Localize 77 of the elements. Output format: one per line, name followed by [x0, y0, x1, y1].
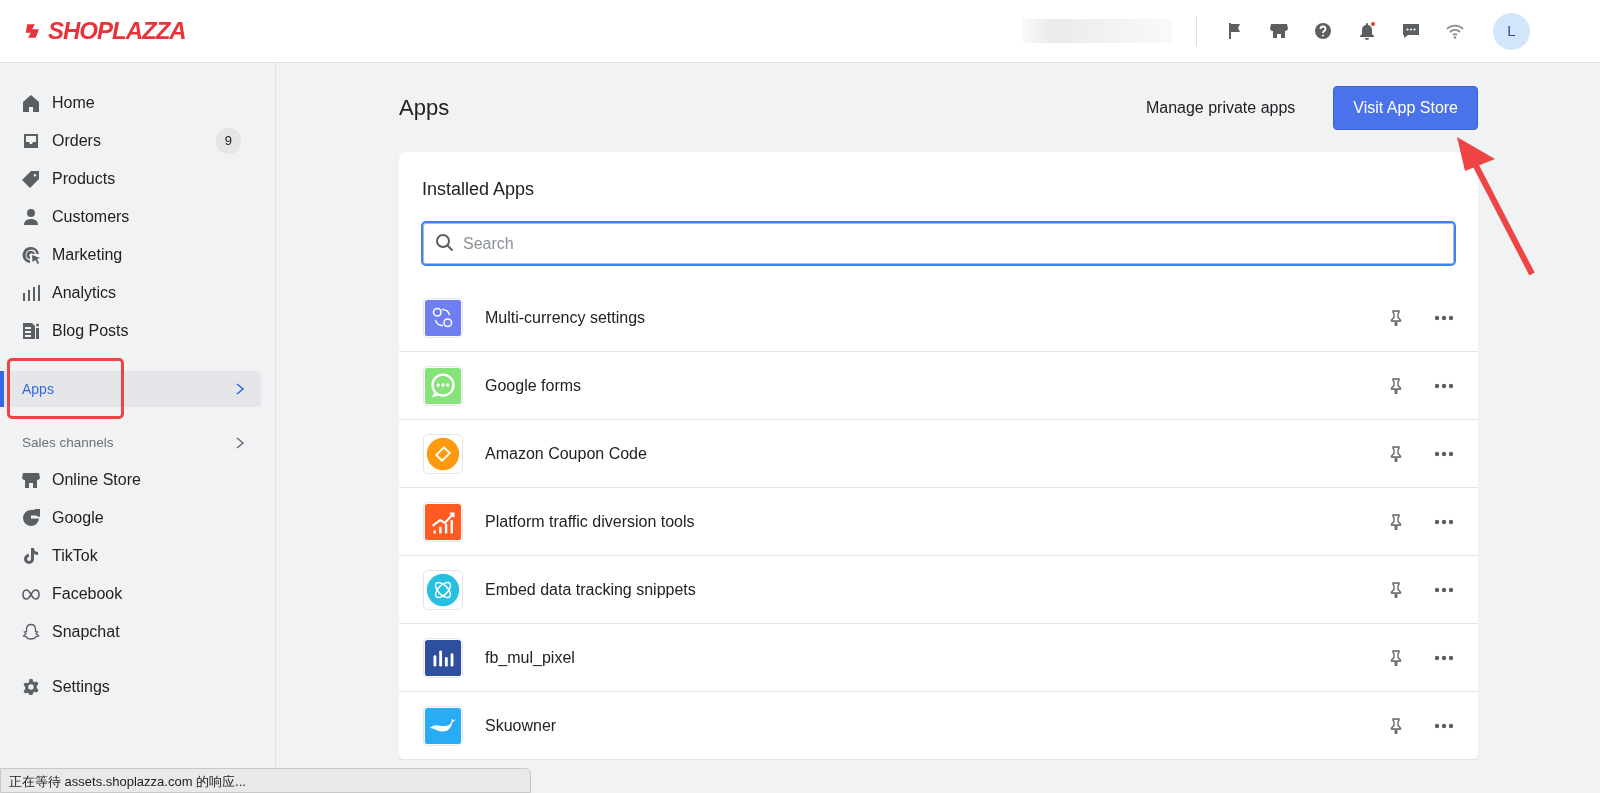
growth-chart-icon [423, 501, 463, 542]
status-bar: 正在等待 assets.shoplazza.com 的响应... [0, 768, 531, 793]
avatar[interactable]: L [1493, 12, 1530, 50]
more-options-icon[interactable] [1434, 450, 1454, 457]
app-name: Platform traffic diversion tools [485, 511, 695, 532]
app-name: Google forms [485, 375, 582, 396]
app-row[interactable]: Amazon Coupon Code [399, 420, 1478, 488]
sidebar-item[interactable]: Products [0, 160, 261, 198]
chevron-icon[interactable] [235, 437, 245, 449]
section-label: Sales channels [22, 433, 114, 452]
sidebar-item[interactable]: TikTok [0, 537, 261, 575]
sidebar-item[interactable]: Google [0, 499, 261, 537]
app-name: Skuowner [485, 715, 557, 736]
sidebar-item[interactable]: Blog Posts [0, 312, 261, 350]
inbox-icon [22, 132, 40, 150]
music-note-icon [22, 547, 40, 565]
person-icon [22, 208, 40, 226]
pin-icon[interactable] [1388, 445, 1404, 462]
pin-icon[interactable] [1388, 649, 1404, 666]
sidebar-item[interactable]: Snapchat [0, 613, 261, 651]
bell-icon[interactable] [1357, 21, 1377, 41]
sidebar-item[interactable]: Marketing [0, 236, 261, 274]
pin-icon[interactable] [1388, 717, 1404, 734]
pin-icon[interactable] [1388, 377, 1404, 394]
sidebar-item[interactable]: Analytics [0, 274, 261, 312]
count-badge: 9 [215, 128, 241, 154]
sidebar-section[interactable]: Sales channels [0, 425, 261, 461]
target-cursor-icon [22, 246, 40, 264]
visit-app-store-button[interactable]: Visit App Store [1333, 86, 1478, 130]
sidebar-item[interactable]: Apps [0, 371, 261, 407]
more-options-icon[interactable] [1434, 722, 1454, 729]
whale-icon [423, 705, 463, 746]
pin-icon[interactable] [1388, 581, 1404, 598]
currency-exchange-icon [423, 297, 463, 338]
sidebar-item[interactable]: Orders 9 [0, 122, 261, 160]
more-options-icon[interactable] [1434, 586, 1454, 593]
ticket-icon [423, 433, 463, 474]
ghost-icon [22, 623, 40, 641]
chat-bubble-icon [423, 365, 463, 406]
search-field[interactable]: Search [421, 221, 1456, 266]
logo-text: SHOPLAZZA [48, 16, 186, 46]
pin-icon[interactable] [1388, 309, 1404, 326]
bar-chart-icon [423, 637, 463, 678]
atom-icon [423, 569, 463, 610]
app-name: Multi-currency settings [485, 307, 646, 328]
more-options-icon[interactable] [1434, 518, 1454, 525]
tag-icon [22, 170, 40, 188]
more-options-icon[interactable] [1434, 314, 1454, 321]
help-icon[interactable] [1313, 21, 1333, 41]
bar-chart-icon [22, 284, 40, 302]
app-row[interactable]: Skuowner [399, 692, 1478, 760]
manage-private-apps-link[interactable]: Manage private apps [1131, 88, 1310, 128]
sidebar-item[interactable]: Facebook [0, 575, 261, 613]
app-name: Amazon Coupon Code [485, 443, 647, 464]
app-row[interactable]: Embed data tracking snippets [399, 556, 1478, 624]
card-title: Installed Apps [421, 178, 536, 201]
document-icon [22, 322, 40, 340]
more-options-icon[interactable] [1434, 654, 1454, 661]
app-name: Embed data tracking snippets [485, 579, 696, 600]
storefront-icon[interactable] [1269, 21, 1289, 41]
storefront-icon [22, 471, 40, 489]
app-row[interactable]: fb_mul_pixel [399, 624, 1478, 692]
home-icon [22, 94, 40, 112]
search-icon [435, 233, 455, 253]
chat-icon[interactable] [1401, 21, 1421, 41]
sidebar-item[interactable]: Home [0, 84, 261, 122]
pin-icon[interactable] [1388, 513, 1404, 530]
sidebar-item[interactable]: Customers [0, 198, 261, 236]
app-name: fb_mul_pixel [485, 647, 575, 668]
sidebar-item[interactable]: Online Store [0, 461, 261, 499]
app-row[interactable]: Multi-currency settings [399, 284, 1478, 352]
more-options-icon[interactable] [1434, 382, 1454, 389]
app-row[interactable]: Platform traffic diversion tools [399, 488, 1478, 556]
gear-icon [22, 678, 40, 696]
sidebar-item[interactable]: Settings [0, 668, 261, 706]
page-title: Apps [399, 94, 450, 122]
app-row[interactable]: Google forms [399, 352, 1478, 420]
